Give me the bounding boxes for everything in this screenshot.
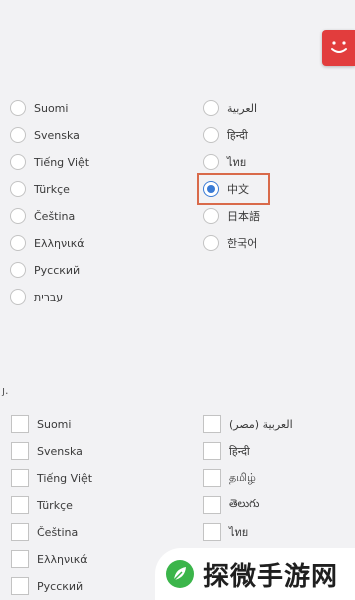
radio-button[interactable] — [10, 235, 26, 251]
radio-button[interactable] — [10, 127, 26, 143]
radio-button[interactable] — [10, 181, 26, 197]
checkbox-option[interactable]: हिन्दी — [203, 441, 250, 461]
checkbox[interactable] — [11, 550, 29, 568]
radio-button[interactable] — [10, 154, 26, 170]
checkbox[interactable] — [11, 442, 29, 460]
option-label: العربية (مصر) — [229, 417, 293, 431]
option-label: தமிழ் — [229, 470, 256, 484]
checkbox-option[interactable]: Ελληνικά — [11, 549, 88, 569]
option-label: Русский — [37, 579, 84, 593]
checkbox-option[interactable]: Čeština — [11, 522, 78, 542]
checkbox[interactable] — [203, 523, 221, 541]
option-label: Türkçe — [37, 498, 73, 512]
radio-button[interactable] — [10, 208, 26, 224]
checkbox[interactable] — [11, 496, 29, 514]
radio-button[interactable] — [10, 100, 26, 116]
checkbox[interactable] — [11, 577, 29, 595]
checkbox[interactable] — [11, 523, 29, 541]
option-label: 한국어 — [227, 237, 258, 250]
checkbox-option[interactable]: Tiếng Việt — [11, 468, 92, 488]
option-label: עברית — [34, 290, 64, 304]
selection-highlight-box — [197, 173, 270, 205]
radio-button[interactable] — [203, 235, 219, 251]
checkbox[interactable] — [203, 442, 221, 460]
option-label: 日本語 — [227, 210, 260, 223]
watermark-text: 探微手游网 — [203, 561, 339, 592]
checkbox-option[interactable]: ไทย — [203, 522, 248, 542]
checkbox-option[interactable]: Suomi — [11, 414, 71, 434]
option-label: Suomi — [34, 101, 69, 115]
option-label: Suomi — [37, 417, 72, 431]
radio-option[interactable]: עברית — [10, 287, 63, 307]
app-badge[interactable] — [322, 30, 355, 66]
option-label: Čeština — [34, 209, 76, 223]
checkbox-option[interactable]: தமிழ் — [203, 468, 256, 488]
checkbox-option[interactable]: తెలుగు — [203, 495, 259, 515]
radio-button[interactable] — [10, 289, 26, 305]
radio-option[interactable]: Tiếng Việt — [10, 152, 89, 172]
checkbox-option[interactable]: Svenska — [11, 441, 83, 461]
radio-option[interactable]: Türkçe — [10, 179, 70, 199]
checkbox[interactable] — [203, 415, 221, 433]
option-label: हिन्दी — [227, 128, 248, 142]
radio-button[interactable] — [10, 262, 26, 278]
option-label: Ελληνικά — [34, 236, 85, 250]
option-label: తెలుగు — [229, 497, 260, 510]
option-label: العربية — [227, 101, 258, 115]
checkbox[interactable] — [11, 415, 29, 433]
option-label: Tiếng Việt — [34, 155, 90, 169]
option-label: Svenska — [34, 128, 80, 142]
option-label: Русский — [34, 263, 81, 277]
site-watermark: 探微手游网 — [155, 548, 355, 600]
option-label: ไทย — [227, 156, 247, 169]
radio-option[interactable]: Suomi — [10, 98, 68, 118]
radio-option[interactable]: العربية — [203, 98, 257, 118]
option-label: Ελληνικά — [37, 552, 88, 566]
checkbox-option[interactable]: Türkçe — [11, 495, 73, 515]
section-marker: ȷ. — [2, 384, 9, 397]
option-label: Čeština — [37, 525, 79, 539]
checkbox[interactable] — [11, 469, 29, 487]
radio-option[interactable]: Ελληνικά — [10, 233, 85, 253]
radio-button[interactable] — [203, 127, 219, 143]
option-label: ไทย — [229, 526, 249, 539]
option-label: Tiếng Việt — [37, 471, 93, 485]
radio-option[interactable]: 한국어 — [203, 233, 257, 253]
radio-button[interactable] — [203, 208, 219, 224]
leaf-icon — [166, 560, 194, 588]
radio-option[interactable]: ไทย — [203, 152, 246, 172]
radio-option[interactable]: 日本語 — [203, 206, 260, 226]
radio-button[interactable] — [203, 154, 219, 170]
checkbox-option[interactable]: العربية (مصر) — [203, 414, 293, 434]
smiley-icon — [331, 41, 347, 53]
radio-option[interactable]: Čeština — [10, 206, 75, 226]
radio-button[interactable] — [203, 100, 219, 116]
checkbox-option[interactable]: Русский — [11, 576, 83, 596]
radio-option[interactable]: Svenska — [10, 125, 80, 145]
checkbox[interactable] — [203, 469, 221, 487]
radio-option[interactable]: Русский — [10, 260, 80, 280]
option-label: Türkçe — [34, 182, 70, 196]
option-label: Svenska — [37, 444, 83, 458]
checkbox[interactable] — [203, 496, 221, 514]
option-label: हिन्दी — [229, 444, 250, 458]
radio-option[interactable]: हिन्दी — [203, 125, 248, 145]
